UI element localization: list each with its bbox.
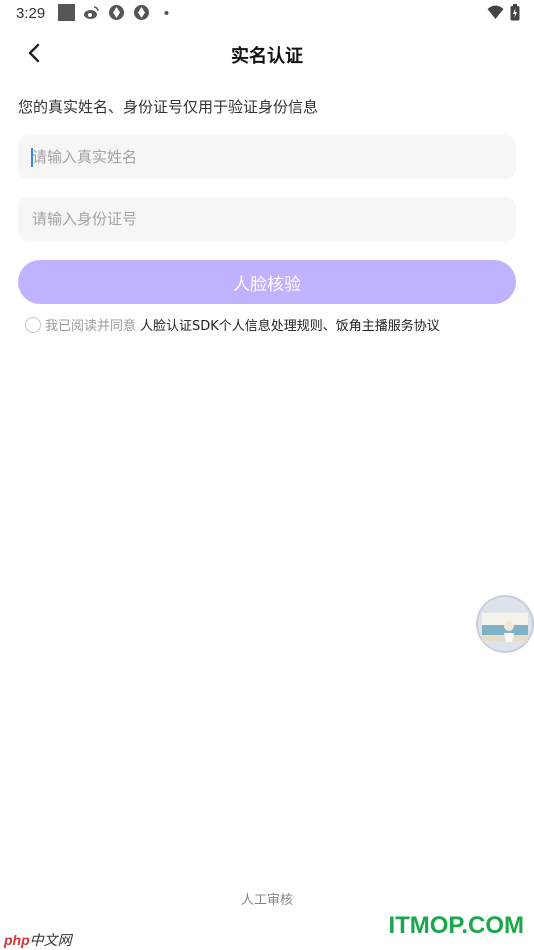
status-left-icons <box>58 4 175 21</box>
privacy-hint: 您的真实姓名、身份证号仅用于验证身份信息 <box>18 98 319 116</box>
notification-square-icon <box>58 4 75 21</box>
avatar-image <box>476 595 534 653</box>
watermark-php-cn: php中文网 <box>4 930 72 950</box>
status-time: 3:29 <box>16 5 46 22</box>
weibo-icon <box>84 6 99 19</box>
app-icon <box>109 5 124 20</box>
watermark-php: php <box>4 932 30 948</box>
id-number-input[interactable] <box>18 197 502 241</box>
battery-icon <box>510 4 520 21</box>
text-caret <box>31 148 33 167</box>
id-field-container <box>18 197 516 241</box>
status-bar: 3:29 <box>0 0 534 28</box>
agreement-prefix: 我已阅读并同意 <box>45 319 137 334</box>
floating-avatar-button[interactable] <box>476 595 534 653</box>
status-right-icons <box>487 4 520 21</box>
agree-checkbox[interactable] <box>25 316 41 333</box>
watermark-cn: 中文网 <box>29 932 72 948</box>
wifi-icon <box>487 5 504 19</box>
agreement-links[interactable]: 人脸认证SDK个人信息处理规则、饭角主播服务协议 <box>140 315 440 334</box>
face-verify-button[interactable]: 人脸核验 <box>18 260 516 304</box>
page-title: 实名认证 <box>231 46 303 67</box>
dot-icon <box>164 11 169 15</box>
app-icon <box>134 5 149 20</box>
real-name-input[interactable] <box>18 135 502 179</box>
manual-review-link[interactable]: 人工审核 <box>0 889 534 908</box>
watermark-itmop: ITMOP.COM <box>388 912 524 939</box>
name-field-container <box>18 135 516 179</box>
nav-bar: 实名认证 <box>0 30 534 76</box>
agreement-row: 我已阅读并同意 人脸认证SDK个人信息处理规则、饭角主播服务协议 <box>25 315 440 334</box>
